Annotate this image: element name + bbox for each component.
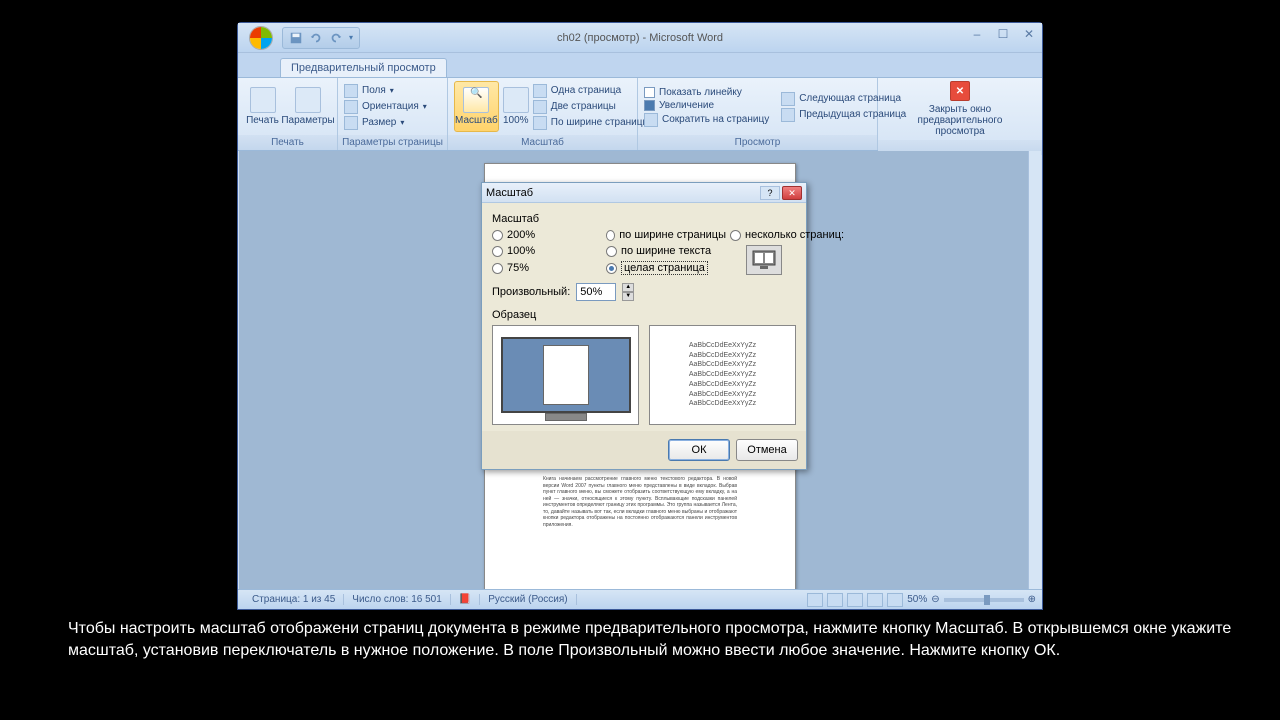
window-title: ch02 (просмотр) - Microsoft Word bbox=[557, 32, 723, 44]
minimize-button[interactable]: – bbox=[968, 27, 986, 41]
zoom-out-button[interactable]: ⊖ bbox=[931, 594, 939, 605]
zoom-value[interactable]: 50% bbox=[907, 594, 927, 605]
group-preview-label: Просмотр bbox=[638, 135, 877, 150]
dialog-titlebar: Масштаб ? ✕ bbox=[482, 183, 806, 203]
zoom-dialog: Масштаб ? ✕ Масштаб 200% по ширине стран… bbox=[481, 182, 807, 470]
status-page[interactable]: Страница: 1 из 45 bbox=[244, 594, 344, 605]
two-pages-icon bbox=[533, 100, 547, 114]
one-page-icon bbox=[533, 84, 547, 98]
quick-access-toolbar: ▾ bbox=[282, 27, 360, 49]
checkbox-icon bbox=[644, 87, 655, 98]
orientation-icon bbox=[344, 100, 358, 114]
cancel-button[interactable]: Отмена bbox=[736, 439, 798, 461]
view-draft[interactable] bbox=[887, 593, 903, 607]
dialog-help-button[interactable]: ? bbox=[760, 186, 780, 200]
maximize-button[interactable]: ☐ bbox=[994, 27, 1012, 41]
size-icon bbox=[344, 116, 358, 130]
ribbon-tabs: Предварительный просмотр bbox=[238, 53, 1042, 77]
radio-text-width[interactable]: по ширине текста bbox=[606, 245, 726, 257]
custom-zoom-spinner[interactable]: ▲▼ bbox=[622, 283, 634, 301]
ok-button[interactable]: ОК bbox=[668, 439, 730, 461]
radio-whole-page[interactable]: целая страница bbox=[606, 261, 726, 275]
sample-preview bbox=[492, 325, 639, 425]
status-language[interactable]: Русский (Россия) bbox=[480, 594, 576, 605]
titlebar: ▾ ch02 (просмотр) - Microsoft Word – ☐ ✕ bbox=[238, 23, 1042, 53]
page-width-icon bbox=[533, 116, 547, 130]
vertical-scrollbar[interactable] bbox=[1028, 151, 1041, 589]
monitor-grid-icon bbox=[752, 250, 776, 270]
redo-icon[interactable] bbox=[329, 31, 343, 45]
zoom-button[interactable]: 🔍Масштаб bbox=[454, 81, 499, 132]
office-button[interactable] bbox=[244, 23, 278, 53]
zoom-slider[interactable] bbox=[944, 598, 1024, 602]
radio-200[interactable]: 200% bbox=[492, 229, 602, 241]
custom-zoom-label: Произвольный: bbox=[492, 286, 570, 298]
group-print-label: Печать bbox=[238, 135, 337, 150]
statusbar: Страница: 1 из 45 Число слов: 16 501 📕 Р… bbox=[238, 589, 1042, 609]
options-icon bbox=[295, 87, 321, 113]
monitor-icon bbox=[501, 337, 631, 413]
undo-icon[interactable] bbox=[309, 31, 323, 45]
page-width-button[interactable]: По ширине страницы bbox=[533, 116, 650, 130]
sample-label: Образец bbox=[492, 309, 796, 321]
dialog-title: Масштаб bbox=[486, 187, 760, 199]
group-page-setup-label: Параметры страницы bbox=[338, 135, 447, 150]
radio-75[interactable]: 75% bbox=[492, 262, 602, 274]
zoom-100-button[interactable]: 100% bbox=[503, 81, 529, 132]
size-button[interactable]: Размер▾ bbox=[344, 116, 427, 130]
zoom-in-button[interactable]: ⊕ bbox=[1028, 594, 1036, 605]
two-pages-button[interactable]: Две страницы bbox=[533, 100, 650, 114]
orientation-button[interactable]: Ориентация▾ bbox=[344, 100, 427, 114]
magnifier-icon: 🔍 bbox=[463, 87, 489, 113]
printer-icon bbox=[250, 87, 276, 113]
close-preview-button[interactable]: ✕ Закрыть окно предварительного просмотр… bbox=[895, 81, 1025, 137]
shrink-icon bbox=[644, 113, 658, 127]
qat-dropdown-icon[interactable]: ▾ bbox=[349, 33, 353, 42]
view-full-screen[interactable] bbox=[827, 593, 843, 607]
tab-print-preview[interactable]: Предварительный просмотр bbox=[280, 58, 447, 77]
zoom-section-label: Масштаб bbox=[492, 213, 796, 225]
sample-text-box: АaBbCcDdEeXxYyZz АaBbCcDdEeXxYyZz АaBbCc… bbox=[649, 325, 796, 425]
show-ruler-check[interactable]: Показать линейку bbox=[644, 87, 769, 98]
one-page-button[interactable]: Одна страница bbox=[533, 84, 650, 98]
page-100-icon bbox=[503, 87, 529, 113]
page-text: Книга начинаем рассмотрение главного мен… bbox=[543, 476, 737, 528]
custom-zoom-input[interactable] bbox=[576, 283, 616, 301]
prev-page-icon bbox=[781, 108, 795, 122]
margins-icon bbox=[344, 84, 358, 98]
shrink-button[interactable]: Сократить на страницу bbox=[644, 113, 769, 127]
close-button[interactable]: ✕ bbox=[1020, 27, 1038, 41]
print-button[interactable]: Печать bbox=[244, 81, 281, 132]
view-print-layout[interactable] bbox=[807, 593, 823, 607]
next-page-icon bbox=[781, 92, 795, 106]
view-outline[interactable] bbox=[867, 593, 883, 607]
many-pages-picker[interactable] bbox=[746, 245, 782, 275]
radio-100[interactable]: 100% bbox=[492, 245, 602, 257]
view-web[interactable] bbox=[847, 593, 863, 607]
radio-many-pages[interactable]: несколько страниц: bbox=[730, 229, 844, 241]
status-words[interactable]: Число слов: 16 501 bbox=[344, 594, 451, 605]
sample-text: АaBbCcDdEeXxYyZz АaBbCcDdEeXxYyZz АaBbCc… bbox=[689, 341, 756, 410]
magnifier-check[interactable]: Увеличение bbox=[644, 100, 769, 111]
save-icon[interactable] bbox=[289, 31, 303, 45]
group-zoom-label: Масштаб bbox=[448, 135, 637, 150]
video-caption: Чтобы настроить масштаб отображени стран… bbox=[68, 618, 1240, 663]
radio-page-width[interactable]: по ширине страницы bbox=[606, 229, 726, 241]
ribbon: Печать Параметры Печать Поля▾ Ориентация… bbox=[238, 77, 1042, 151]
margins-button[interactable]: Поля▾ bbox=[344, 84, 427, 98]
print-options-button[interactable]: Параметры bbox=[285, 81, 331, 132]
checkbox-checked-icon bbox=[644, 100, 655, 111]
dialog-close-button[interactable]: ✕ bbox=[782, 186, 802, 200]
close-icon: ✕ bbox=[950, 81, 970, 101]
status-proofing[interactable]: 📕 bbox=[451, 594, 480, 605]
